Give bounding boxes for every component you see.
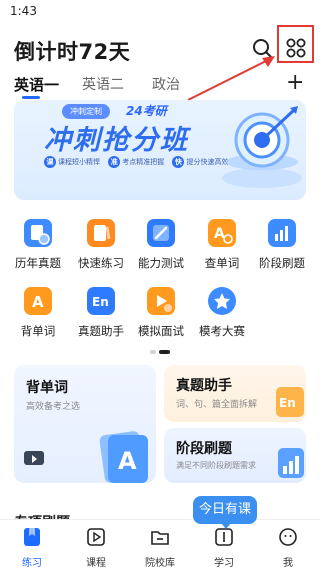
today-class-bubble[interactable]: 今日有课 xyxy=(193,496,257,524)
tab-english-1[interactable]: 英语一 xyxy=(14,74,59,95)
nav-courses[interactable]: 课程 xyxy=(72,526,120,569)
course-play-icon xyxy=(87,528,105,546)
bar-chart-illustration xyxy=(278,448,304,478)
banner-tag-mark: 准 xyxy=(108,156,121,168)
study-book-icon xyxy=(215,528,233,546)
exam-helper-card[interactable]: 真题助手 词、句、篇全面拆解 En xyxy=(164,365,306,422)
banner-tag: 课课程短小精悍 xyxy=(44,156,100,168)
vocab-card[interactable]: 背单词 高效备考之选 A xyxy=(14,365,156,483)
page-title: 倒计时72天 xyxy=(14,40,131,64)
bottom-nav: 练习 课程 院校库 学习 我 xyxy=(0,519,320,569)
en-card-illustration: En xyxy=(276,387,304,417)
svg-text:A: A xyxy=(118,447,137,475)
test-pen-icon xyxy=(147,219,175,247)
grid-item-label: 快速练习 xyxy=(78,256,124,270)
stage-practice-card[interactable]: 阶段刷题 满足不同阶段刷题需求 xyxy=(164,428,306,483)
grid-item-past-papers[interactable]: 历年真题 xyxy=(6,219,70,271)
add-tab-button[interactable]: + xyxy=(286,70,304,95)
pager-dot xyxy=(150,350,156,354)
grid-item-label: 阶段刷题 xyxy=(259,256,305,270)
tab-active-indicator xyxy=(22,96,40,99)
arrow-right-icon xyxy=(24,451,44,465)
grid-pager-indicator xyxy=(150,350,170,354)
calendar-book-icon xyxy=(24,219,52,247)
grid-item-label: 能力测试 xyxy=(138,256,184,270)
grid-item-label: 模拟面试 xyxy=(138,324,184,338)
today-bubble-tail xyxy=(221,523,231,529)
grid-item-mock-interview[interactable]: 模拟面试 xyxy=(129,287,193,339)
svg-text:A: A xyxy=(32,293,44,311)
note-pen-icon xyxy=(87,219,115,247)
banner-badge: 冲刺定制 xyxy=(62,104,110,119)
nav-school-library[interactable]: 院校库 xyxy=(136,526,184,569)
svg-text:En: En xyxy=(279,396,296,410)
nav-study[interactable]: 学习 xyxy=(200,526,248,569)
school-folder-icon xyxy=(151,531,169,545)
profile-face-icon xyxy=(279,528,297,546)
card-title: 阶段刷题 xyxy=(176,441,232,457)
grid-item-exam-helper[interactable]: En 真题助手 xyxy=(69,287,133,339)
grid-item-quick-practice[interactable]: 快速练习 xyxy=(69,219,133,271)
banner-tag-mark: 课 xyxy=(44,156,56,168)
svg-text:En: En xyxy=(92,295,109,309)
play-video-icon xyxy=(147,287,175,315)
card-subtitle: 高效备考之选 xyxy=(26,402,81,412)
banner-title: 冲刺抢分班 xyxy=(44,125,189,156)
banner-tag-mark: 快 xyxy=(172,156,185,168)
annotation-highlight-box xyxy=(277,25,314,63)
grid-item-vocab[interactable]: A 背单词 xyxy=(6,287,70,339)
letter-a-card-illustration: A xyxy=(99,431,148,483)
nav-label: 课程 xyxy=(86,558,106,569)
banner-tags: 课课程短小精悍 准考点精准把握 快提分快速高效 xyxy=(44,156,234,168)
practice-bookmark-icon xyxy=(24,528,40,546)
banner-tag-text: 课程短小精悍 xyxy=(58,158,100,166)
card-subtitle: 词、句、篇全面拆解 xyxy=(176,400,258,410)
grid-item-label: 真题助手 xyxy=(78,324,124,338)
grid-item-stage-practice[interactable]: 阶段刷题 xyxy=(250,219,314,271)
card-subtitle: 满足不同阶段刷题需求 xyxy=(176,461,256,470)
status-time: 1:43 xyxy=(10,4,37,18)
banner-tag-text: 考点精准把握 xyxy=(122,158,165,166)
bar-chart-icon xyxy=(268,219,296,247)
grid-item-label: 查单词 xyxy=(204,256,240,270)
letter-a-card-icon: A xyxy=(24,287,52,315)
nav-label: 我 xyxy=(283,558,293,569)
subject-tabs: 英语一 英语二 政治 + xyxy=(0,70,320,100)
grid-item-label: 模考大赛 xyxy=(199,324,245,338)
pager-dot-active xyxy=(159,350,170,354)
banner-subtitle: 24考研 xyxy=(126,104,167,118)
trophy-star-icon xyxy=(208,287,236,315)
card-title: 真题助手 xyxy=(176,378,232,394)
letter-a-search-icon: A xyxy=(208,219,236,247)
grid-item-mock-contest[interactable]: 模考大赛 xyxy=(190,287,254,339)
banner-target-illustration xyxy=(222,106,302,188)
tab-politics[interactable]: 政治 xyxy=(152,74,180,94)
status-bar: 1:43 xyxy=(0,0,320,22)
nav-practice[interactable]: 练习 xyxy=(8,526,56,569)
nav-label: 练习 xyxy=(22,558,42,569)
grid-item-ability-test[interactable]: 能力测试 xyxy=(129,219,193,271)
nav-label: 学习 xyxy=(214,558,234,569)
tab-english-2[interactable]: 英语二 xyxy=(82,74,124,94)
nav-label: 院校库 xyxy=(145,558,175,569)
en-card-icon: En xyxy=(87,287,115,315)
grid-item-label: 历年真题 xyxy=(15,256,61,270)
banner-tag: 准考点精准把握 xyxy=(108,156,164,168)
promo-banner[interactable]: 冲刺定制 24考研 冲刺抢分班 课课程短小精悍 准考点精准把握 快提分快速高效 xyxy=(14,100,306,200)
grid-item-word-lookup[interactable]: A 查单词 xyxy=(190,219,254,271)
grid-item-label: 背单词 xyxy=(20,324,56,338)
nav-me[interactable]: 我 xyxy=(264,526,312,569)
card-title: 背单词 xyxy=(26,380,68,396)
